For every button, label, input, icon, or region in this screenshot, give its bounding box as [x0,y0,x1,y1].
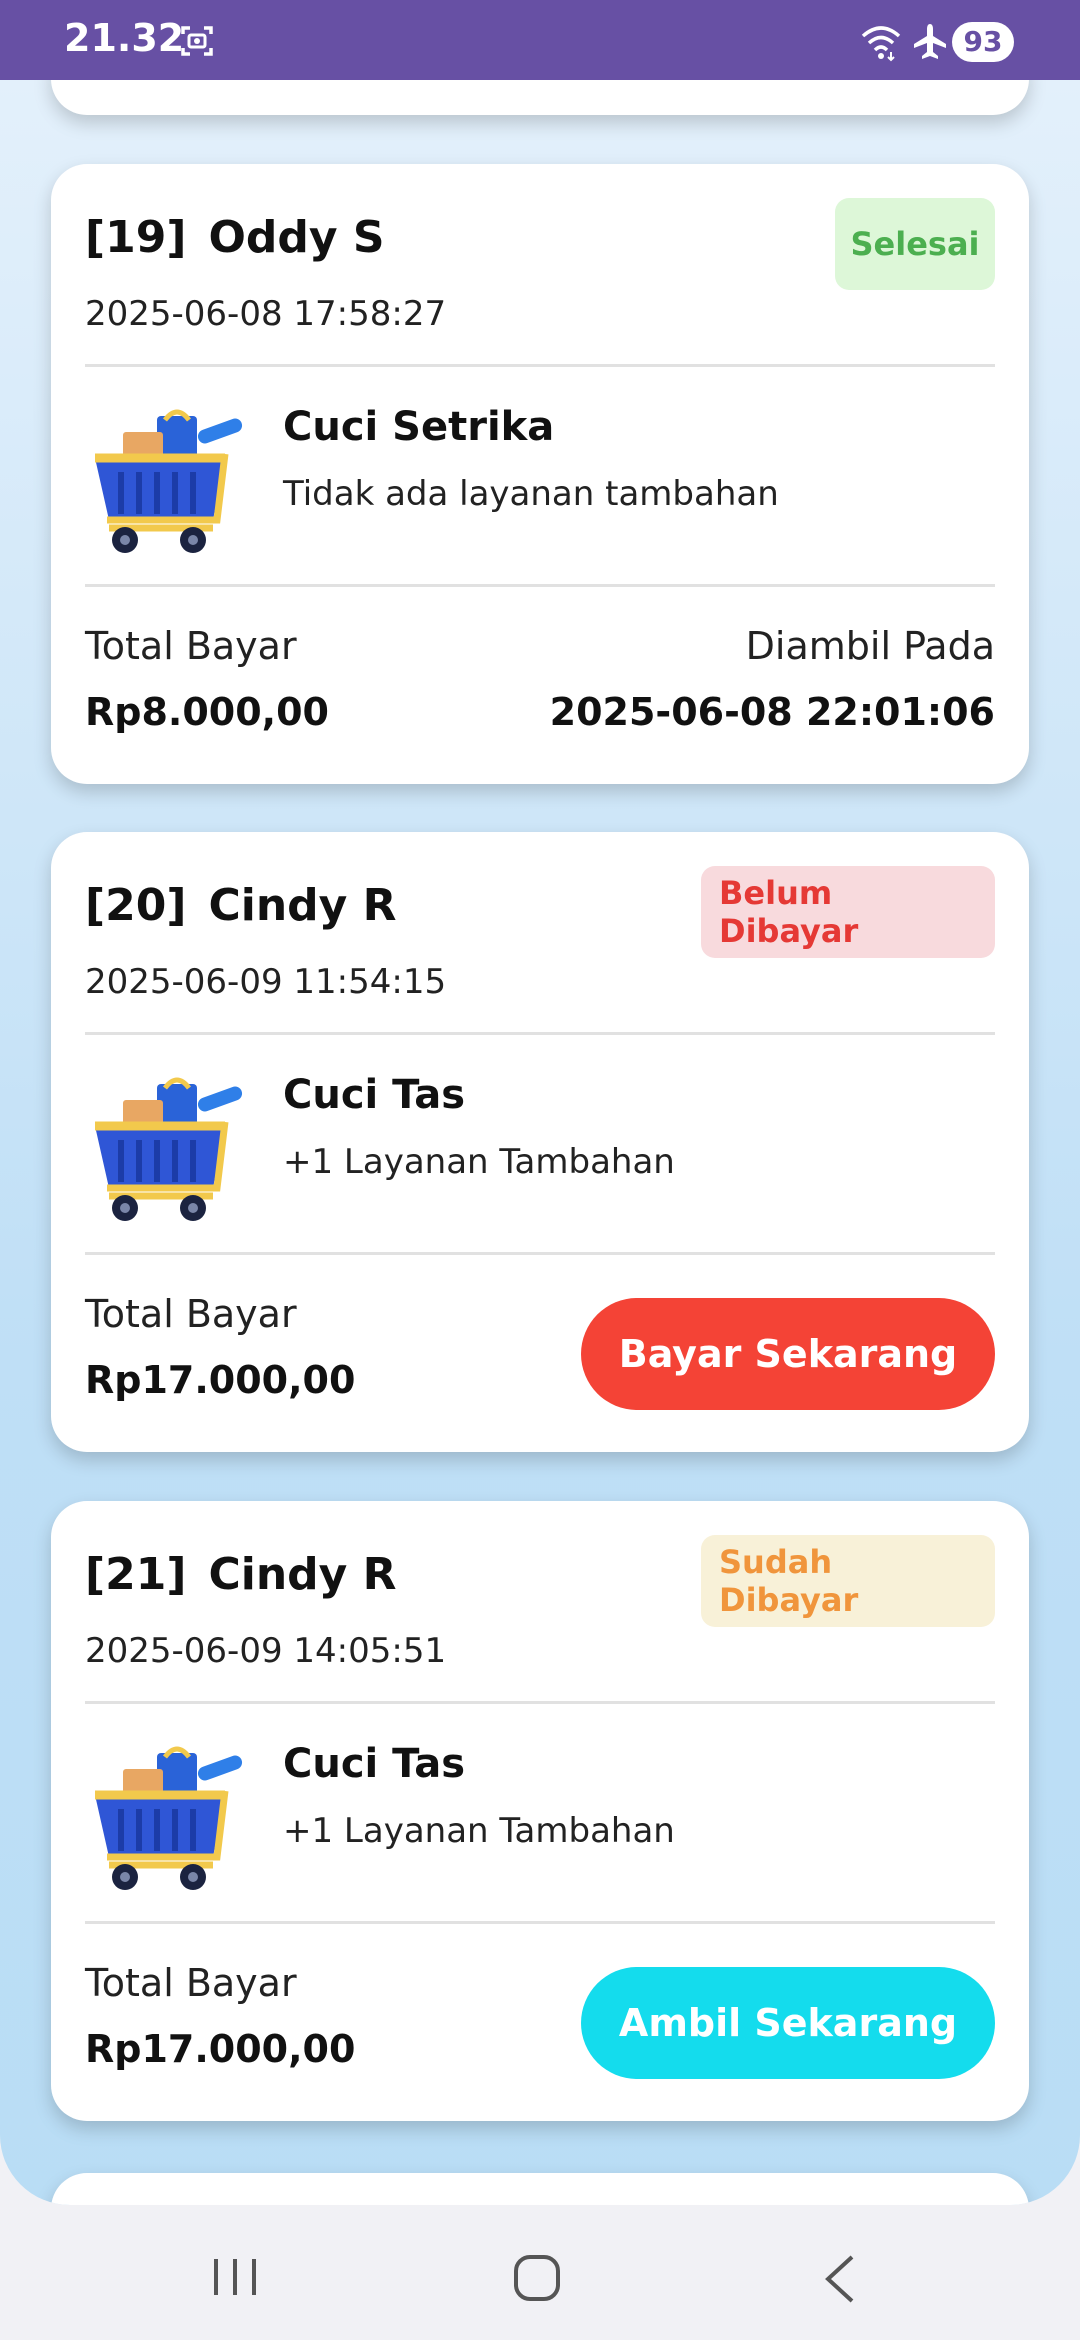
order-date: 2025-06-09 11:54:15 [85,962,447,1002]
status-badge: Belum Dibayar [701,866,995,958]
total-label: Total Bayar [85,1961,297,2005]
service-extra: Tidak ada layanan tambahan [283,474,779,514]
divider [85,1701,995,1704]
order-card-partial[interactable] [51,80,1029,115]
customer-name: Oddy S [208,212,385,263]
divider [85,1921,995,1924]
order-list[interactable]: [19] Oddy S 2025-06-08 17:58:27 Selesai C… [0,80,1080,2205]
wifi-icon [861,26,901,62]
total-value: Rp17.000,00 [85,2027,356,2071]
service-extra: +1 Layanan Tambahan [283,1142,675,1182]
order-id: [19] [85,212,187,263]
laundry-basket-icon [95,1077,243,1221]
service-name: Cuci Setrika [283,404,555,450]
divider [85,1032,995,1035]
order-card[interactable]: [20] Cindy R 2025-06-09 11:54:15 Belum Di… [51,832,1029,1452]
service-extra: +1 Layanan Tambahan [283,1811,675,1851]
pickup-label: Diambil Pada [745,624,995,668]
customer-name: Cindy R [208,880,397,931]
laundry-basket-icon [95,1746,243,1890]
screenshot-icon [181,26,213,56]
pickup-now-button[interactable]: Ambil Sekarang [581,1967,995,2079]
divider [85,364,995,367]
home-icon[interactable] [512,2253,562,2303]
divider [85,1252,995,1255]
order-id: [21] [85,1549,187,1600]
navigation-bar [0,2205,1080,2340]
customer-name: Cindy R [208,1549,397,1600]
status-badge: Sudah Dibayar [701,1535,995,1627]
service-name: Cuci Tas [283,1741,466,1787]
divider [85,584,995,587]
battery-indicator: 93 [952,22,1014,62]
total-value: Rp8.000,00 [85,690,329,734]
order-id: [20] [85,880,187,931]
order-card-partial[interactable] [51,2173,1029,2205]
total-value: Rp17.000,00 [85,1358,356,1402]
laundry-basket-icon [95,409,243,553]
airplane-icon [914,24,946,59]
total-label: Total Bayar [85,1292,297,1336]
total-label: Total Bayar [85,624,297,668]
order-header: [20] Cindy R [85,880,397,931]
service-name: Cuci Tas [283,1072,466,1118]
order-header: [19] Oddy S [85,212,385,263]
order-card[interactable]: [19] Oddy S 2025-06-08 17:58:27 Selesai C… [51,164,1029,784]
pickup-time: 2025-06-08 22:01:06 [549,690,995,734]
order-card[interactable]: [21] Cindy R 2025-06-09 14:05:51 Sudah Di… [51,1501,1029,2121]
order-date: 2025-06-09 14:05:51 [85,1631,447,1671]
recent-apps-icon[interactable] [210,2255,260,2299]
back-icon[interactable] [822,2253,856,2305]
status-time: 21.32 [64,16,185,60]
status-badge: Selesai [835,198,995,290]
status-bar: 21.32 93 [0,0,1080,80]
order-date: 2025-06-08 17:58:27 [85,294,447,334]
order-header: [21] Cindy R [85,1549,397,1600]
pay-now-button[interactable]: Bayar Sekarang [581,1298,995,1410]
